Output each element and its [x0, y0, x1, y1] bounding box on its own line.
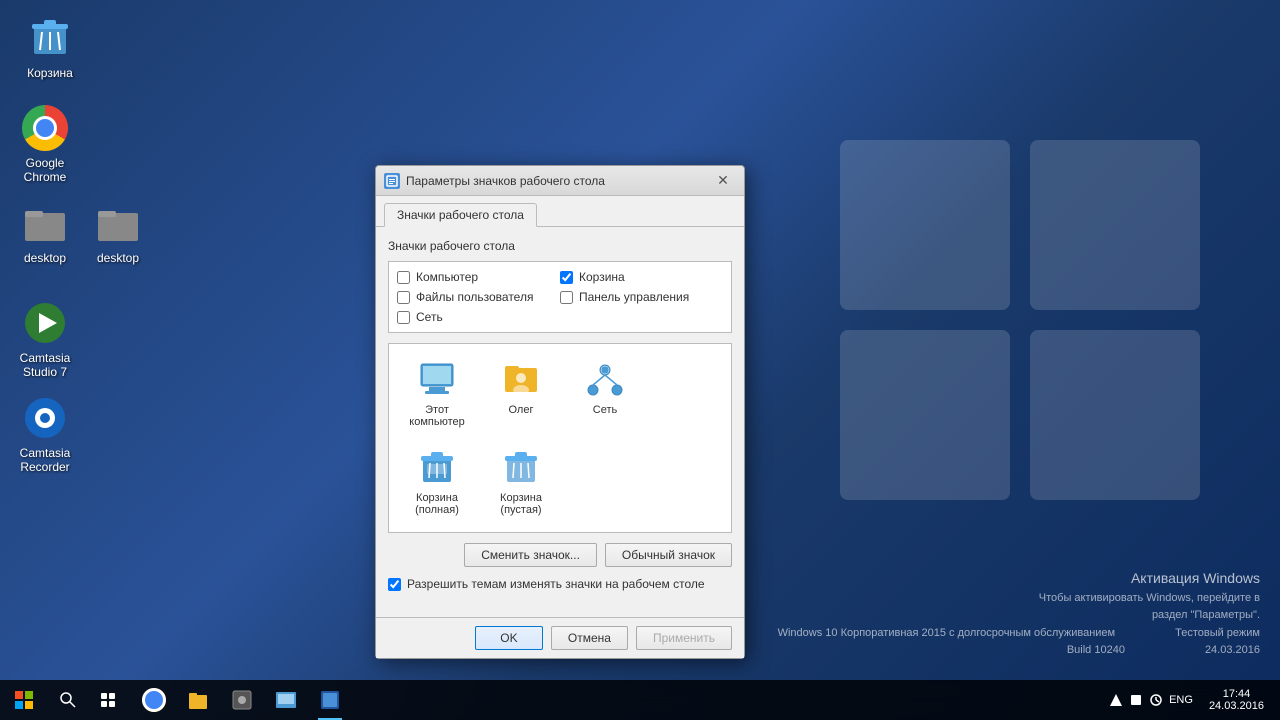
ok-button[interactable]: OK	[475, 626, 543, 650]
activation-line4: Windows 10 Корпоративная 2015 с долгосро…	[778, 625, 1116, 643]
folder-icon-1	[21, 199, 69, 247]
checkbox-control-panel: Панель управления	[560, 290, 723, 304]
icon-item-network[interactable]: Сеть	[565, 352, 645, 436]
desktop: Корзина Google Chrome desktop desktop	[0, 0, 1280, 720]
taskbar-app4[interactable]	[264, 680, 308, 720]
activation-title: Активация Windows	[778, 567, 1260, 589]
chrome-icon	[21, 104, 69, 152]
icon-item-user[interactable]: Олег	[481, 352, 561, 436]
checkbox-user-label[interactable]: Файлы пользователя	[416, 290, 533, 304]
allow-themes-checkbox[interactable]	[388, 578, 401, 591]
checkbox-user-input[interactable]	[397, 291, 410, 304]
win-logo-bg	[820, 120, 1220, 520]
checkbox-computer: Компьютер	[397, 270, 560, 284]
checkbox-ctrl-input[interactable]	[560, 291, 573, 304]
tab-desktop-icons[interactable]: Значки рабочего стола	[384, 203, 537, 227]
checkbox-recycle: Корзина	[560, 270, 723, 284]
checkbox-network-input[interactable]	[397, 311, 410, 324]
checkboxes-group: Компьютер Корзина Файлы пользователя Пан…	[388, 261, 732, 333]
camtasia2-label: Camtasia Recorder	[9, 446, 81, 475]
change-icon-button[interactable]: Сменить значок...	[464, 543, 597, 567]
folder-icon-2	[94, 199, 142, 247]
clock-time: 17:44	[1223, 688, 1251, 700]
icon-buttons-row: Сменить значок... Обычный значок	[388, 543, 732, 567]
dialog-footer: OK Отмена Применить	[376, 617, 744, 658]
desktop-icon-desktop1[interactable]: desktop	[5, 195, 85, 269]
activation-line6: 24.03.2016	[1205, 642, 1260, 660]
desktop-icon-desktop2[interactable]: desktop	[78, 195, 158, 269]
task-view-button[interactable]	[88, 680, 128, 720]
taskbar-app5[interactable]	[308, 680, 352, 720]
activation-watermark: Активация Windows Чтобы активировать Win…	[778, 567, 1260, 660]
allow-themes-row: Разрешить темам изменять значки на рабоч…	[388, 577, 732, 591]
icon-user-label: Олег	[509, 404, 534, 416]
desktop-icon-camtasia1[interactable]: Camtasia Studio 7	[5, 295, 85, 384]
activation-line2: раздел "Параметры".	[778, 607, 1260, 625]
section-title: Значки рабочего стола	[388, 239, 732, 253]
activation-line1: Чтобы активировать Windows, перейдите в	[778, 590, 1260, 608]
taskbar: ENG 17:44 24.03.2016	[0, 680, 1280, 720]
icon-recycle-full-label: Корзина(полная)	[415, 492, 459, 516]
cancel-button[interactable]: Отмена	[551, 626, 628, 650]
icon-item-recycle-full[interactable]: Корзина(полная)	[397, 440, 477, 524]
checkbox-user-files: Файлы пользователя	[397, 290, 560, 304]
recycle-label: Корзина	[27, 66, 73, 80]
taskbar-apps	[128, 680, 1101, 720]
checkbox-network: Сеть	[397, 310, 560, 324]
taskbar-chrome[interactable]	[132, 680, 176, 720]
checkbox-cols: Компьютер Корзина Файлы пользователя Пан…	[397, 270, 723, 324]
camtasia1-label: Camtasia Studio 7	[9, 351, 81, 380]
sys-icons	[1109, 693, 1163, 707]
taskbar-clock[interactable]: 17:44 24.03.2016	[1201, 688, 1272, 712]
icon-item-computer[interactable]: Этоткомпьютер	[397, 352, 477, 436]
taskbar-explorer[interactable]	[176, 680, 220, 720]
desktop-icons-dialog: Параметры значков рабочего стола ✕ Значк…	[375, 165, 745, 659]
checkbox-network-label[interactable]: Сеть	[416, 310, 443, 324]
clock-date: 24.03.2016	[1209, 700, 1264, 712]
taskbar-app3[interactable]	[220, 680, 264, 720]
icon-item-recycle-empty[interactable]: Корзина(пустая)	[481, 440, 561, 524]
desktop2-label: desktop	[97, 251, 139, 265]
desktop-icon-recycle[interactable]: Корзина	[10, 10, 90, 84]
activation-line3: Тестовый режим	[1175, 625, 1260, 643]
apply-button[interactable]: Применить	[636, 626, 732, 650]
dialog-title: Параметры значков рабочего стола	[406, 174, 710, 188]
dialog-close-button[interactable]: ✕	[710, 171, 736, 191]
checkbox-recycle-label[interactable]: Корзина	[579, 270, 625, 284]
taskbar-lang: ENG	[1169, 694, 1193, 706]
dialog-icon	[384, 173, 400, 189]
checkbox-ctrl-label[interactable]: Панель управления	[579, 290, 689, 304]
allow-themes-label[interactable]: Разрешить темам изменять значки на рабоч…	[407, 577, 705, 591]
icon-network-label: Сеть	[593, 404, 617, 416]
checkbox-recycle-input[interactable]	[560, 271, 573, 284]
dialog-content: Значки рабочего стола Компьютер Корзина …	[376, 227, 744, 617]
camtasia2-icon	[21, 394, 69, 442]
default-icon-button[interactable]: Обычный значок	[605, 543, 732, 567]
search-button[interactable]	[48, 680, 88, 720]
taskbar-sys: ENG	[1101, 680, 1201, 720]
start-button[interactable]	[0, 680, 48, 720]
dialog-titlebar[interactable]: Параметры значков рабочего стола ✕	[376, 166, 744, 196]
icon-computer-label: Этоткомпьютер	[409, 404, 464, 428]
activation-line5: Build 10240	[1067, 642, 1125, 660]
desktop-icon-chrome[interactable]: Google Chrome	[5, 100, 85, 189]
checkbox-computer-input[interactable]	[397, 271, 410, 284]
icon-recycle-empty-label: Корзина(пустая)	[500, 492, 542, 516]
desktop-icon-camtasia2[interactable]: Camtasia Recorder	[5, 390, 85, 479]
chrome-label: Google Chrome	[9, 156, 81, 185]
camtasia1-icon	[21, 299, 69, 347]
dialog-tabs: Значки рабочего стола	[376, 196, 744, 227]
checkbox-computer-label[interactable]: Компьютер	[416, 270, 478, 284]
icons-grid: Этоткомпьютер Олег	[388, 343, 732, 533]
desktop1-label: desktop	[24, 251, 66, 265]
recycle-icon	[26, 14, 74, 62]
